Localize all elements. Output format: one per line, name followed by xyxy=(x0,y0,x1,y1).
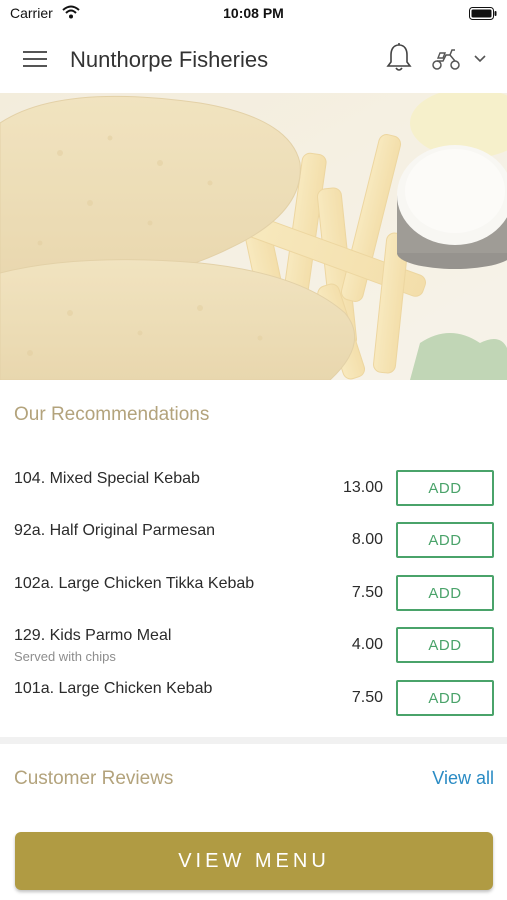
menu-item: 102a. Large Chicken Tikka Kebab 7.50 ADD xyxy=(0,575,507,625)
scooter-icon[interactable] xyxy=(430,47,462,71)
item-name: 129. Kids Parmo Meal xyxy=(14,627,172,644)
clock: 10:08 PM xyxy=(223,5,284,21)
view-all-reviews-link[interactable]: View all xyxy=(432,768,494,789)
item-price: 7.50 xyxy=(351,689,383,706)
item-description: Served with chips xyxy=(14,649,116,664)
recommendations-title: Our Recommendations xyxy=(14,404,210,425)
item-price: 13.00 xyxy=(342,479,383,496)
menu-item: 92a. Half Original Parmesan 8.00 ADD xyxy=(0,522,507,572)
hero-image xyxy=(0,93,507,380)
reviews-title: Customer Reviews xyxy=(14,768,174,789)
item-name: 92a. Half Original Parmesan xyxy=(14,522,215,539)
page-title: Nunthorpe Fisheries xyxy=(70,47,269,72)
add-button[interactable]: ADD xyxy=(396,627,494,663)
add-button[interactable]: ADD xyxy=(396,680,494,716)
battery-icon xyxy=(469,7,497,25)
item-name: 104. Mixed Special Kebab xyxy=(14,470,200,487)
add-button[interactable]: ADD xyxy=(396,575,494,611)
chevron-down-icon[interactable] xyxy=(472,52,488,64)
add-button[interactable]: ADD xyxy=(396,522,494,558)
item-name: 101a. Large Chicken Kebab xyxy=(14,680,213,697)
status-bar: Carrier 10:08 PM xyxy=(0,0,507,28)
view-menu-button[interactable]: VIEW MENU xyxy=(15,832,493,890)
item-price: 4.00 xyxy=(351,636,383,653)
nav-bar: Nunthorpe Fisheries xyxy=(0,30,507,90)
menu-item: 129. Kids Parmo Meal Served with chips 4… xyxy=(0,627,507,677)
bell-icon[interactable] xyxy=(385,42,413,74)
menu-item: 101a. Large Chicken Kebab 7.50 ADD xyxy=(0,680,507,730)
add-button[interactable]: ADD xyxy=(396,470,494,506)
menu-icon[interactable] xyxy=(22,48,48,70)
section-divider xyxy=(0,737,507,744)
menu-item: 104. Mixed Special Kebab 13.00 ADD xyxy=(0,470,507,520)
item-price: 8.00 xyxy=(351,531,383,548)
item-price: 7.50 xyxy=(351,584,383,601)
item-name: 102a. Large Chicken Tikka Kebab xyxy=(14,575,255,592)
